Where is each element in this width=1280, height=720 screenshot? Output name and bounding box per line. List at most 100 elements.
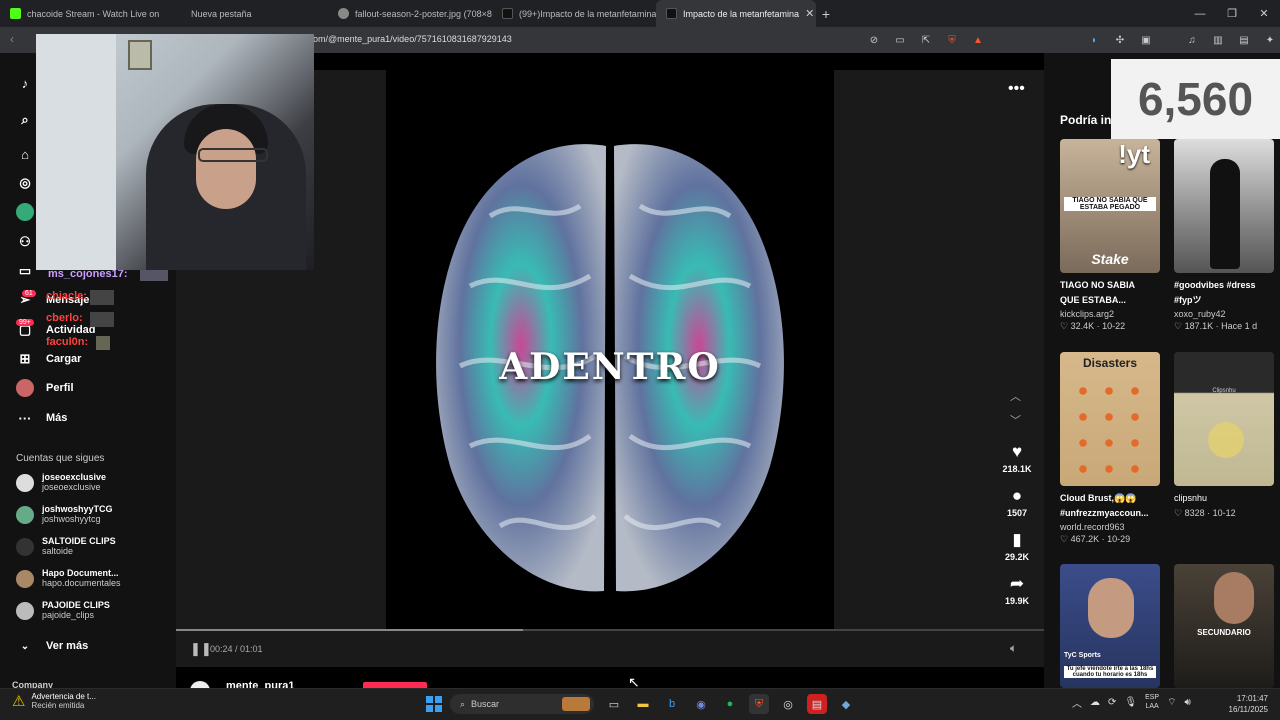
see-more-label: Ver más — [46, 640, 89, 652]
see-more-button[interactable]: ⌄ Ver más — [16, 637, 88, 655]
taskbar-search[interactable]: ⌕ Buscar — [450, 694, 594, 714]
microphone-icon[interactable]: 🎙︎ — [1124, 697, 1137, 708]
sound-playing-icon[interactable]: ◗ — [1086, 32, 1102, 48]
browser-tab[interactable]: fallout-season-2-poster.jpg (708×88( — [328, 0, 492, 27]
tiktok-icon — [502, 8, 513, 19]
url-field[interactable]: om/@mente_pura1/video/757161083168792914… — [313, 34, 512, 44]
recommended-card[interactable]: !yt TIAGO NO SABIA QUE ESTABA PEGADO Sta… — [1060, 139, 1160, 332]
plus-square-icon: ⊞ — [19, 351, 31, 366]
tiktok-logo-icon: ♪ — [21, 75, 29, 91]
recommended-card[interactable]: SECUNDARIO — [1174, 564, 1274, 688]
next-video-icon[interactable]: ﹀ — [1010, 412, 1021, 428]
brave-shields-icon[interactable]: ⛨ — [944, 32, 960, 48]
recommended-title: Podría in — [1060, 113, 1112, 127]
recommended-card[interactable]: Disasters Cloud Brust,😱😱 #unfrezzmyaccou… — [1060, 352, 1160, 545]
taskbar-clock[interactable]: 17:01:47 16/11/2025 — [1206, 693, 1268, 715]
nav-profile[interactable]: Perfil — [16, 379, 74, 397]
task-view-icon[interactable]: ▭ — [604, 694, 624, 714]
following-item[interactable]: Hapo Document... hapo.documentales — [16, 568, 121, 588]
browser-tab[interactable]: (99+)Impacto de la metanfetamina e — [492, 0, 656, 27]
screenshot-icon[interactable]: ▣ — [1138, 32, 1154, 48]
clock-date: 16/11/2025 — [1228, 705, 1268, 714]
following-item[interactable]: joshwoshyyTCG joshwoshyytcg — [16, 504, 113, 524]
tray-overflow-icon[interactable]: ︿ — [1072, 695, 1082, 710]
volume-icon[interactable]: 🔈︎ — [1010, 641, 1017, 656]
save-button[interactable]: ▮ 29.2K — [1000, 530, 1034, 562]
browser-tab-active[interactable]: Impacto de la metanfetamina ✕ — [656, 0, 816, 27]
following-handle: joseoexclusive — [42, 482, 101, 492]
chat-user: chiacle: — [46, 290, 87, 302]
close-window-icon[interactable]: ✕ — [1248, 0, 1280, 27]
bing-icon[interactable]: b — [662, 694, 682, 714]
share-icon[interactable]: ⇱ — [918, 32, 934, 48]
nav-live-tv[interactable]: ▭ — [16, 262, 34, 280]
card-likes: 8328 — [1184, 508, 1205, 518]
close-tab-icon[interactable]: ✕ — [805, 7, 814, 20]
card-user: world.record963 — [1060, 522, 1125, 532]
tiktok-icon — [666, 8, 677, 19]
brave-rewards-icon[interactable]: ▲ — [970, 32, 986, 48]
windows-start-icon[interactable] — [426, 696, 442, 712]
steam-icon[interactable]: ◆ — [836, 694, 856, 714]
discord-icon[interactable]: ◉ — [691, 694, 711, 714]
restore-icon[interactable]: ❐ — [1216, 0, 1248, 27]
tiktok-logo[interactable]: ♪ — [16, 74, 34, 92]
app-icon[interactable]: ▤ — [807, 694, 827, 714]
cast-icon[interactable]: ▭ — [892, 32, 908, 48]
leo-ai-icon[interactable]: ✦ — [1262, 32, 1278, 48]
following-item[interactable]: SALTOIDE CLIPS saltoide — [16, 536, 116, 556]
viewer-counter: 6,560 — [1111, 59, 1280, 139]
notification[interactable]: ⚠ Advertencia de t... Recién emitida — [12, 692, 96, 710]
file-explorer-icon[interactable]: ▬ — [633, 694, 653, 714]
nav-friends[interactable]: ⚇ — [16, 233, 34, 251]
onedrive-icon[interactable]: ☁ — [1090, 697, 1100, 708]
kick-icon — [10, 8, 21, 19]
card-date: 10-12 — [1212, 508, 1236, 518]
nav-upload[interactable]: ⊞ Cargar — [16, 350, 82, 368]
recommended-card[interactable]: #goodvibes #dress #fypツ xoxo_ruby42 ♡ 18… — [1174, 139, 1274, 332]
language-indicator[interactable]: ESP LAA — [1145, 693, 1159, 711]
video-progress-bar[interactable] — [176, 629, 1044, 631]
previous-video-icon[interactable]: ︿ — [1010, 388, 1021, 404]
extensions-icon[interactable]: ✣ — [1112, 32, 1128, 48]
following-item[interactable]: PAJOIDE CLIPS pajoide_clips — [16, 600, 110, 620]
language-code: ESP — [1145, 694, 1160, 701]
avatar — [16, 203, 34, 221]
thumbnail-caption: Clipsnhu — [1212, 388, 1236, 394]
nav-search[interactable]: ⌕ — [16, 111, 34, 129]
back-icon[interactable]: ‹ — [10, 32, 14, 46]
nav-home[interactable]: ⌂ — [16, 145, 34, 163]
following-item[interactable]: joseoexclusive joseoexclusive — [16, 472, 106, 492]
nav-more[interactable]: ··· Más — [16, 409, 68, 427]
new-tab-button[interactable]: + — [816, 6, 836, 22]
sidebar-icon[interactable]: ▥ — [1210, 32, 1226, 48]
separator-icon — [1164, 32, 1174, 48]
like-button[interactable]: ♥ 218.1K — [1000, 442, 1034, 474]
browser-tab[interactable]: Nueva pestaña — [164, 0, 328, 27]
avatar — [16, 538, 34, 556]
mute-tab-icon[interactable]: ⊘ — [866, 32, 882, 48]
warning-icon: ⚠ — [12, 693, 26, 710]
pause-button[interactable]: ❚❚ — [190, 641, 212, 657]
share-button[interactable]: ➦ 19.9K — [1000, 574, 1034, 606]
obs-icon[interactable]: ◎ — [778, 694, 798, 714]
spotify-icon[interactable]: ● — [720, 694, 740, 714]
following-handle: joshwoshyytcg — [42, 514, 101, 524]
search-icon: ⌕ — [460, 698, 466, 709]
minimize-icon[interactable]: — — [1184, 0, 1216, 27]
browser-tab[interactable]: chacoide Stream - Watch Live on — [0, 0, 164, 27]
nav-explore[interactable]: ◎ — [16, 174, 34, 192]
tray-app-icon[interactable]: ⟳ — [1108, 697, 1116, 708]
recommended-card[interactable]: TyC Sports Tu jefe viéndote irte a las 1… — [1060, 564, 1160, 688]
following-handle: hapo.documentales — [42, 578, 121, 588]
wifi-icon[interactable]: ⌔ — [1167, 696, 1176, 709]
nav-live[interactable] — [16, 203, 34, 221]
video-time: 00:24 / 01:01 — [210, 644, 263, 654]
media-icon[interactable]: ♫ — [1184, 32, 1200, 48]
brave-browser-icon[interactable]: ⛨ — [749, 694, 769, 714]
volume-icon[interactable]: 🔊︎ — [1185, 697, 1191, 708]
recommended-card[interactable]: Clipsnhu clipsnhu ♡ 8328 · 10-12 — [1174, 352, 1274, 519]
wallet-icon[interactable]: ▤ — [1236, 32, 1252, 48]
comment-button[interactable]: ● 1507 — [1000, 486, 1034, 518]
more-options-icon[interactable]: ••• — [1008, 80, 1025, 98]
